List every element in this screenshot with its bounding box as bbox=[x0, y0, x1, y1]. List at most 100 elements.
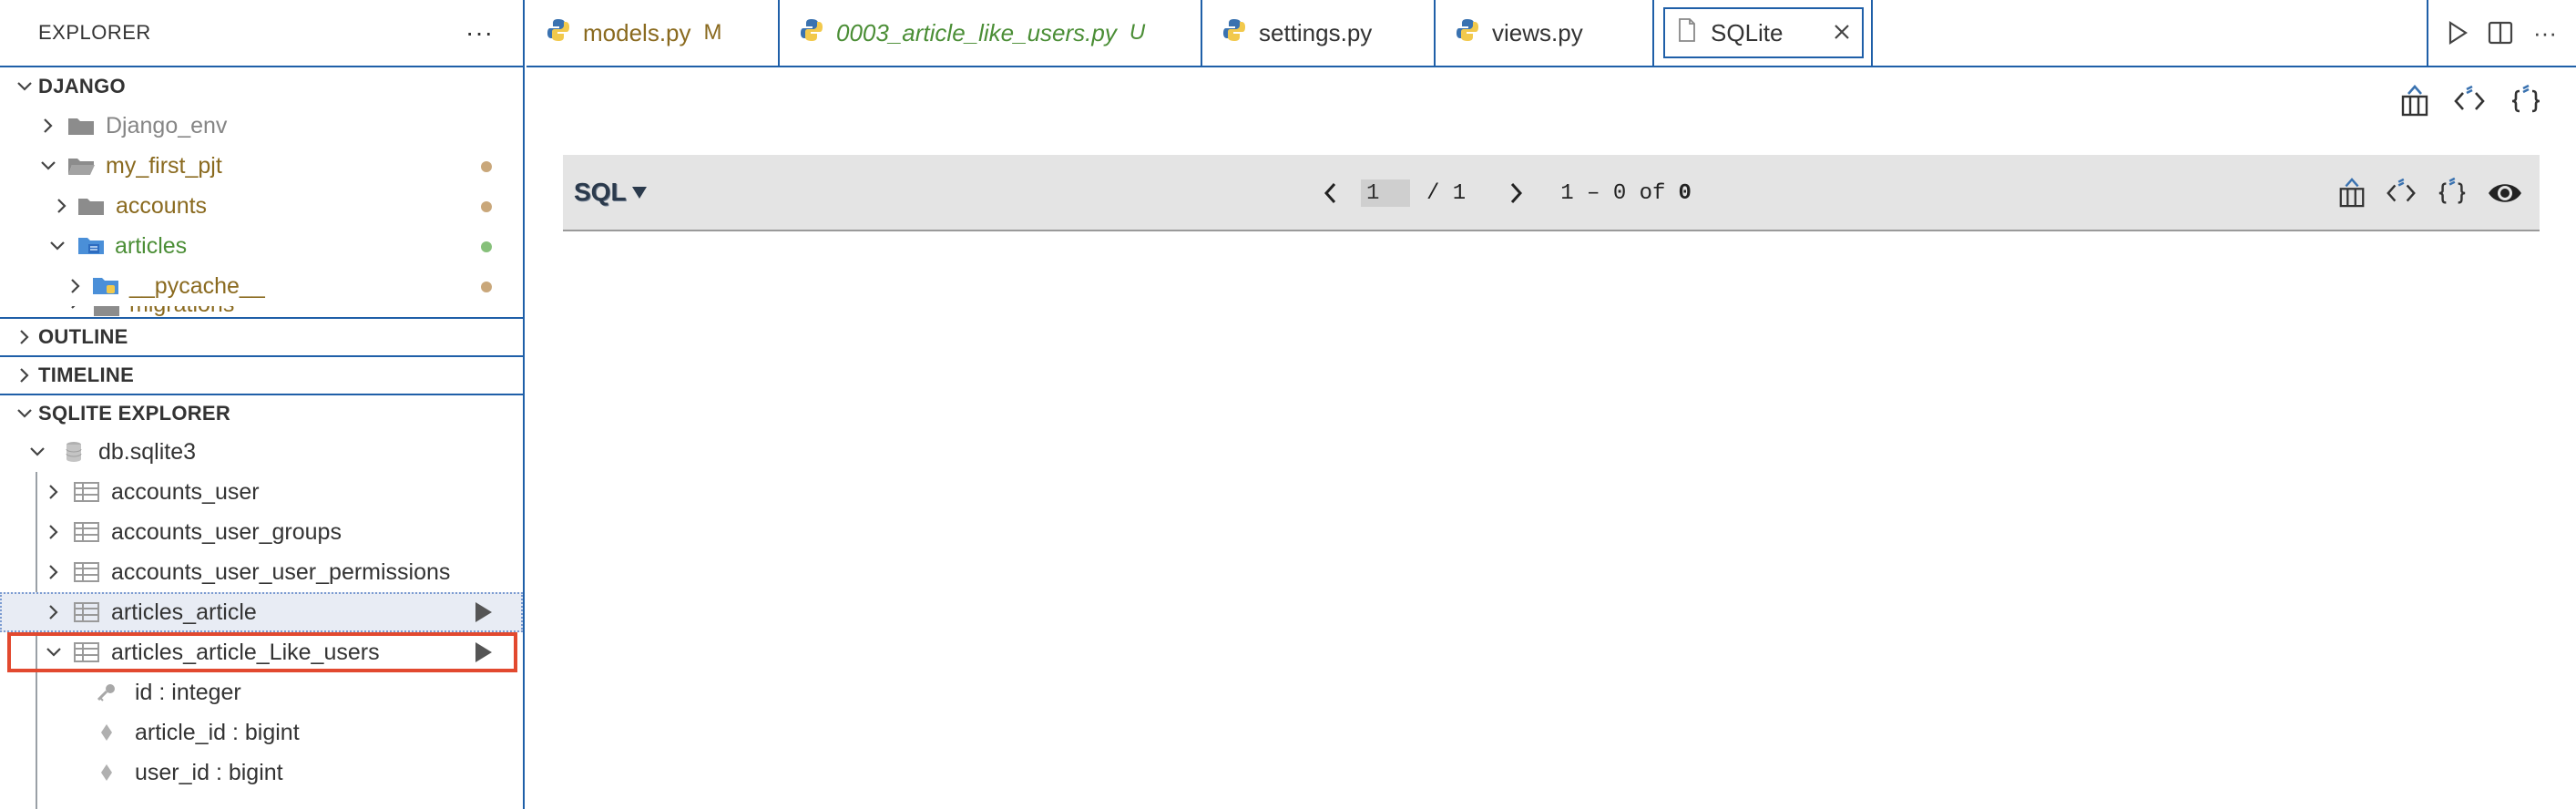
split-editor-icon[interactable] bbox=[2488, 21, 2513, 45]
chevron-down-icon bbox=[11, 408, 38, 419]
json-view-icon[interactable] bbox=[2509, 84, 2543, 118]
code-view-icon[interactable] bbox=[2385, 177, 2418, 210]
chevron-right-icon bbox=[50, 198, 74, 214]
workspace-section-header[interactable]: DJANGO bbox=[0, 67, 523, 106]
next-page-icon[interactable] bbox=[1509, 181, 1524, 205]
code-view-icon[interactable] bbox=[2452, 84, 2487, 118]
table-icon bbox=[71, 480, 102, 504]
file-icon bbox=[1678, 17, 1696, 48]
tree-item-my-first-pjt[interactable]: my_first_pjt bbox=[0, 146, 523, 186]
close-icon[interactable] bbox=[1833, 19, 1851, 47]
key-icon bbox=[95, 681, 118, 704]
editor-actions: ··· bbox=[2427, 0, 2576, 66]
sql-label: SQL bbox=[574, 178, 627, 206]
tab-models-py[interactable]: models.py M bbox=[526, 0, 780, 66]
chevron-right-icon bbox=[42, 524, 66, 540]
tab-label: 0003_article_like_users.py bbox=[836, 18, 1117, 46]
chevron-down-icon bbox=[11, 81, 38, 92]
table-item-accounts-user[interactable]: accounts_user bbox=[0, 472, 523, 512]
table-item-accounts-user-groups[interactable]: accounts_user_groups bbox=[0, 512, 523, 552]
tab-sqlite-container: SQLite bbox=[1654, 0, 1873, 66]
chevron-right-icon bbox=[64, 306, 87, 310]
tree-item-accounts[interactable]: accounts bbox=[0, 186, 523, 226]
tab-git-status: M bbox=[703, 20, 722, 45]
sqlite-tree: db.sqlite3 accounts_user accounts_user_g… bbox=[0, 432, 523, 809]
row-range: 1 – 0 of bbox=[1560, 180, 1666, 206]
timeline-section-header[interactable]: TIMELINE bbox=[0, 355, 523, 394]
column-item-article-id[interactable]: article_id : bigint bbox=[0, 712, 523, 753]
row-count: 0 bbox=[1678, 180, 1692, 206]
page-total: / 1 bbox=[1426, 180, 1467, 206]
tab-label: models.py bbox=[583, 18, 691, 46]
tab-migration-file[interactable]: 0003_article_like_users.py U bbox=[780, 0, 1202, 66]
table-icon bbox=[71, 520, 102, 544]
table-name: articles_article bbox=[111, 599, 257, 625]
table-name: accounts_user_user_permissions bbox=[111, 558, 451, 585]
tree-item-pycache[interactable]: __pycache__ bbox=[0, 266, 523, 306]
tab-sqlite[interactable]: SQLite bbox=[1663, 7, 1864, 58]
table-item-articles-article[interactable]: articles_article bbox=[0, 592, 523, 632]
python-file-icon bbox=[547, 18, 570, 48]
run-query-icon[interactable] bbox=[475, 642, 492, 662]
more-actions-icon[interactable]: ··· bbox=[465, 20, 494, 46]
chevron-down-icon bbox=[42, 647, 66, 658]
tree-item-label: my_first_pjt bbox=[106, 152, 222, 179]
pagination: / 1 1 – 0 of 0 bbox=[1323, 155, 1692, 231]
timeline-label: TIMELINE bbox=[38, 364, 135, 386]
json-view-icon[interactable] bbox=[2436, 177, 2469, 210]
diamond-icon bbox=[95, 721, 118, 744]
tab-views-py[interactable]: views.py bbox=[1436, 0, 1654, 66]
prev-page-icon[interactable] bbox=[1323, 181, 1337, 205]
folder-open-blue-icon bbox=[77, 234, 107, 258]
chevron-right-icon bbox=[36, 118, 60, 134]
chevron-down-icon bbox=[36, 160, 60, 171]
column-name: user_id : bigint bbox=[135, 759, 283, 785]
export-icon[interactable] bbox=[2337, 177, 2366, 210]
chevron-right-icon bbox=[11, 367, 38, 384]
run-query-icon[interactable] bbox=[475, 602, 492, 622]
tab-label: settings.py bbox=[1259, 18, 1373, 46]
folder-python-icon bbox=[91, 274, 122, 298]
tree-item-articles[interactable]: articles bbox=[0, 226, 523, 266]
explorer-sidebar: EXPLORER ··· DJANGO Django_env my_first_… bbox=[0, 0, 525, 809]
python-file-icon bbox=[800, 18, 823, 48]
more-actions-icon[interactable]: ··· bbox=[2533, 19, 2557, 47]
column-name: article_id : bigint bbox=[135, 719, 300, 745]
table-name: articles_article_Like_users bbox=[111, 639, 380, 665]
tab-settings-py[interactable]: settings.py bbox=[1202, 0, 1436, 66]
export-icon[interactable] bbox=[2399, 84, 2430, 118]
folder-icon bbox=[91, 306, 122, 317]
diamond-icon bbox=[95, 761, 118, 784]
untracked-dot bbox=[481, 241, 492, 252]
table-name: accounts_user bbox=[111, 478, 260, 505]
database-item[interactable]: db.sqlite3 bbox=[0, 432, 523, 472]
column-item-user-id[interactable]: user_id : bigint bbox=[0, 753, 523, 793]
chevron-right-icon bbox=[64, 278, 87, 294]
table-item-articles-article-like-users[interactable]: articles_article_Like_users bbox=[7, 632, 517, 672]
table-item-accounts-user-user-permissions[interactable]: accounts_user_user_permissions bbox=[0, 552, 523, 592]
folder-icon bbox=[66, 114, 97, 138]
sqlite-explorer-label: SQLITE EXPLORER bbox=[38, 402, 231, 425]
page-number-input[interactable] bbox=[1361, 179, 1410, 207]
tree-item-label: __pycache__ bbox=[129, 272, 265, 299]
chevron-right-icon bbox=[42, 484, 66, 500]
sqlite-explorer-section-header[interactable]: SQLITE EXPLORER bbox=[0, 394, 523, 432]
tab-label: views.py bbox=[1492, 18, 1583, 46]
tree-item-migrations[interactable]: migrations bbox=[0, 306, 523, 317]
tree-item-label: accounts bbox=[116, 192, 208, 219]
explorer-header: EXPLORER ··· bbox=[0, 0, 523, 67]
database-icon bbox=[58, 440, 89, 464]
eye-icon[interactable] bbox=[2487, 179, 2523, 207]
toolbar-actions bbox=[2337, 155, 2523, 231]
triangle-down-icon bbox=[630, 178, 649, 207]
modified-dot bbox=[481, 282, 492, 292]
sql-dropdown-button[interactable]: SQL bbox=[574, 178, 649, 207]
table-icon bbox=[71, 560, 102, 584]
run-icon[interactable] bbox=[2448, 21, 2468, 45]
chevron-right-icon bbox=[11, 329, 38, 345]
tree-item-django-env[interactable]: Django_env bbox=[0, 106, 523, 146]
sqlite-results-panel: SQL / 1 1 – 0 of 0 bbox=[526, 67, 2576, 809]
column-item-id[interactable]: id : integer bbox=[0, 672, 523, 712]
database-name: db.sqlite3 bbox=[98, 438, 197, 465]
outline-section-header[interactable]: OUTLINE bbox=[0, 317, 523, 355]
